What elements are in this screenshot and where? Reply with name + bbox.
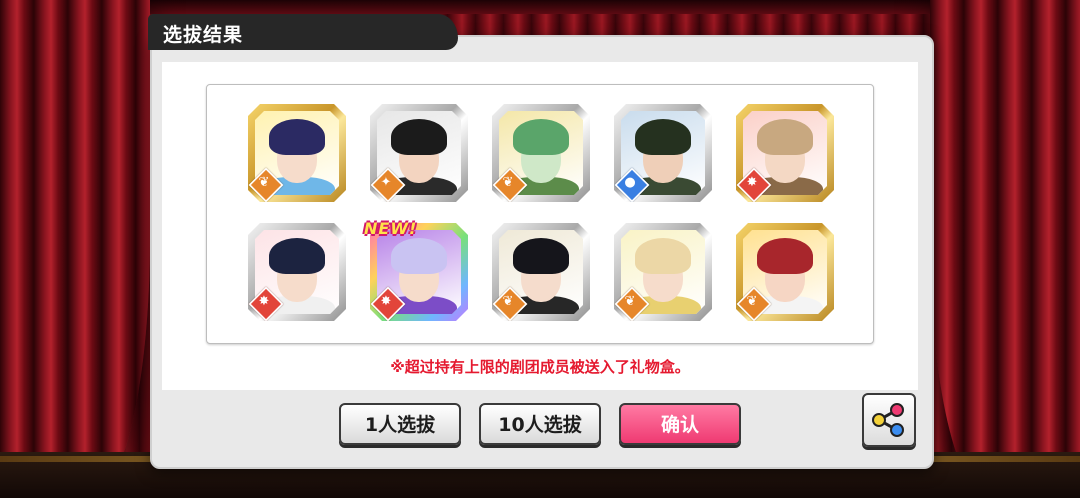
flame-icon: ✸ [380,294,392,309]
scout-1-button[interactable]: 1人选拔 [339,403,461,445]
character-card[interactable]: ❦ [614,223,712,321]
leaf-icon: ❦ [502,294,514,309]
leaf-icon: ❦ [746,294,758,309]
character-card[interactable]: ❦ [248,104,346,202]
curtain-right [930,0,1080,498]
leaf-icon: ❦ [502,175,514,190]
character-hair [513,119,569,155]
scout-10-button[interactable]: 10人选拔 [479,403,601,445]
flame-icon: ✸ [746,175,758,190]
character-hair [757,119,813,155]
leaf-icon: ❦ [258,175,270,190]
character-card[interactable]: ❦ [492,223,590,321]
character-hair [391,119,447,155]
flame-icon: ✸ [258,294,270,309]
character-hair [757,238,813,274]
dialog-title: 选拔结果 [163,24,244,46]
character-card[interactable]: ❦ [492,104,590,202]
character-hair [513,238,569,274]
confirm-button[interactable]: 确认 [619,403,741,445]
character-hair [269,119,325,155]
character-card[interactable]: ❦ [736,223,834,321]
character-card[interactable]: ✸ [736,104,834,202]
character-hair [635,238,691,274]
gift-box-notice: ※超过持有上限的剧团成员被送入了礼物盒。 [390,358,690,376]
character-card[interactable]: ✦ [370,104,468,202]
character-hair [391,238,447,274]
new-badge: NEW! [364,219,418,238]
leaf-icon: ❦ [624,294,636,309]
share-icon [872,403,904,437]
character-hair [269,238,325,274]
character-card[interactable]: ● [614,104,712,202]
share-button[interactable] [862,393,916,447]
dialog-title-tab: 选拔结果 [148,14,458,50]
star-icon: ✦ [380,175,392,190]
character-card[interactable]: ✸ [248,223,346,321]
curtain-left [0,0,150,498]
character-hair [635,119,691,155]
drop-icon: ● [624,175,636,190]
stage-top-border [0,0,1080,14]
